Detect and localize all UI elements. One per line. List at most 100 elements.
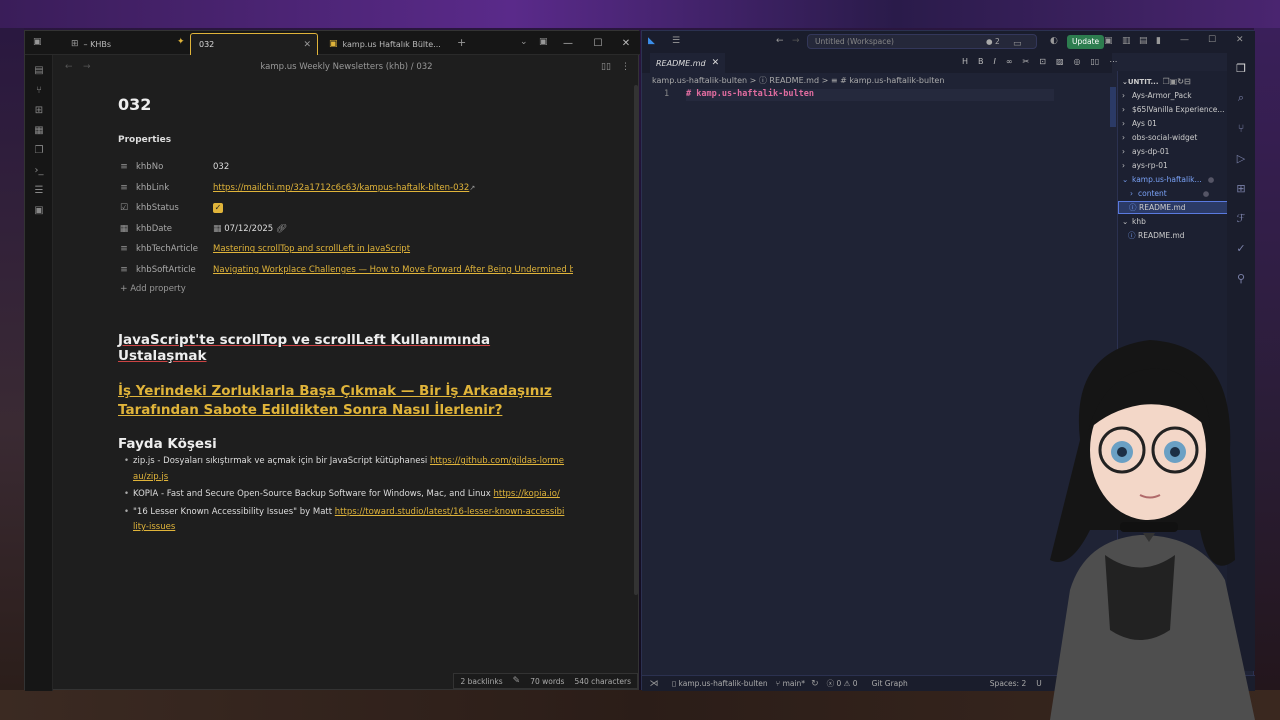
- image-tool-icon[interactable]: ▨: [1056, 57, 1064, 66]
- tree-folder[interactable]: › content ●: [1118, 187, 1228, 200]
- sidebar-right-icon[interactable]: ▣: [539, 37, 548, 47]
- breadcrumb[interactable]: kamp.us-haftalik-bulten > ⓘ README.md > …: [652, 75, 944, 86]
- maximize-button[interactable]: ☐: [1208, 35, 1216, 45]
- heading-js[interactable]: JavaScript'te scrollTop ve scrollLeft Ku…: [118, 332, 578, 364]
- accounts-icon[interactable]: ◐: [1050, 36, 1058, 46]
- folder-icon[interactable]: ▣: [32, 203, 46, 217]
- breadcrumb[interactable]: kamp.us Weekly Newsletters (khb) / 032: [260, 62, 432, 72]
- chat-icon[interactable]: ▭: [1013, 37, 1022, 51]
- layout-sidebar-icon[interactable]: ▥: [1122, 36, 1131, 46]
- khb-link[interactable]: https://mailchi.mp/32a1712c6c63/kampus-h…: [213, 183, 469, 193]
- split-editor-icon[interactable]: ▯▯: [1091, 57, 1100, 66]
- property-row[interactable]: ▦ khbDate ▦ 07/12/2025 🔗︎: [118, 219, 578, 240]
- explorer-icon[interactable]: ❐: [1234, 61, 1248, 75]
- property-row[interactable]: ≡ khbNo 032: [118, 157, 578, 178]
- notification-badge[interactable]: ● 2: [986, 35, 1000, 49]
- tree-folder[interactable]: › ays-rp-01: [1118, 159, 1228, 172]
- back-arrow-icon[interactable]: ←: [65, 62, 73, 72]
- layout-panel-icon[interactable]: ▤: [1139, 36, 1148, 46]
- date-value[interactable]: 07/12/2025: [224, 224, 273, 234]
- tree-file[interactable]: ⓘ README.md: [1118, 229, 1228, 242]
- search-icon[interactable]: ⌕: [1234, 91, 1248, 105]
- page-title[interactable]: 032: [118, 95, 578, 125]
- minimap[interactable]: [1110, 87, 1116, 127]
- more-actions-icon[interactable]: ⋯: [1109, 57, 1117, 66]
- graph-icon[interactable]: ⑂: [32, 83, 46, 97]
- add-property-button[interactable]: + Add property: [118, 284, 578, 294]
- layout-right-icon[interactable]: ▮: [1156, 36, 1161, 46]
- update-button[interactable]: Update: [1067, 35, 1105, 49]
- calendar-icon[interactable]: ▦: [32, 123, 46, 137]
- tab-readme[interactable]: README.md ✕: [650, 53, 726, 73]
- more-options-icon[interactable]: ⋮: [621, 62, 630, 72]
- extensions-icon[interactable]: ⊞: [1234, 181, 1248, 195]
- tree-folder[interactable]: › obs-social-widget: [1118, 131, 1228, 144]
- tab-032[interactable]: 032 ✕: [190, 33, 318, 55]
- explorer-header[interactable]: ⌄ UNTIT... ❐ ▣ ↻ ⊟: [1118, 75, 1228, 88]
- copy-icon[interactable]: ❐: [32, 143, 46, 157]
- new-file-icon[interactable]: ❐: [1163, 77, 1170, 86]
- tree-folder-open[interactable]: ⌄ khb: [1118, 215, 1228, 228]
- tab-khbs[interactable]: ⊞ – KHBs: [63, 33, 183, 55]
- link-icon[interactable]: 🔗︎: [276, 224, 287, 234]
- tech-article-link[interactable]: Mastering scrollTop and scrollLeft in Ja…: [213, 244, 410, 254]
- forward-arrow-icon[interactable]: →: [83, 62, 91, 72]
- new-tab-icon[interactable]: +: [457, 36, 466, 49]
- back-arrow-icon[interactable]: ←: [776, 36, 784, 46]
- tree-folder[interactable]: › Ays 01: [1118, 117, 1228, 130]
- remote-icon[interactable]: ⚲: [1234, 271, 1248, 285]
- property-row[interactable]: ≡ khbSoftArticle Navigating Workplace Cha…: [118, 260, 578, 281]
- properties-heading[interactable]: Properties: [118, 135, 578, 157]
- tree-folder[interactable]: › $65lVanilla Experience...: [1118, 103, 1228, 116]
- pencil-icon[interactable]: ✎: [513, 676, 521, 686]
- bold-tool-icon[interactable]: B: [978, 57, 984, 66]
- property-row[interactable]: ≡ khbTechArticle Mastering scrollTop and …: [118, 239, 578, 260]
- close-button[interactable]: ✕: [1236, 35, 1244, 45]
- backlinks-count[interactable]: 2 backlinks: [460, 677, 502, 686]
- canvas-icon[interactable]: ⊞: [32, 103, 46, 117]
- status-checkbox[interactable]: ✓: [213, 203, 223, 214]
- code-tool-icon[interactable]: ⊡: [1039, 57, 1046, 66]
- minimize-button[interactable]: —: [555, 31, 581, 55]
- file-icon[interactable]: ▤: [32, 63, 46, 77]
- property-value[interactable]: 032: [213, 162, 573, 172]
- new-folder-icon[interactable]: ▣: [1170, 77, 1178, 86]
- run-debug-icon[interactable]: ▷: [1234, 151, 1248, 165]
- link-tool-icon[interactable]: ∞: [1006, 57, 1013, 66]
- source-control-icon[interactable]: ⑂: [1234, 121, 1248, 135]
- list-icon[interactable]: ☰: [32, 183, 46, 197]
- preview-tool-icon[interactable]: ◎: [1074, 57, 1081, 66]
- pin-icon[interactable]: ✦: [177, 37, 185, 47]
- menu-icon[interactable]: ☰: [672, 36, 680, 46]
- refresh-icon[interactable]: ↻: [1177, 77, 1184, 86]
- property-row[interactable]: ☑ khbStatus ✓: [118, 198, 578, 219]
- check-icon[interactable]: ✓: [1234, 241, 1248, 255]
- terminal-icon[interactable]: ›_: [32, 163, 46, 177]
- forward-arrow-icon[interactable]: →: [792, 36, 800, 46]
- problems-status[interactable]: ⓧ 0 ⚠ 0: [827, 678, 858, 689]
- folder-status[interactable]: ▯ kamp.us-haftalik-bulten: [672, 679, 768, 688]
- layout-icon[interactable]: ▣: [1104, 36, 1113, 46]
- remote-status-icon[interactable]: ⋊: [642, 679, 666, 689]
- property-row[interactable]: ≡ khbLink https://mailchi.mp/32a1712c6c63…: [118, 178, 578, 199]
- cut-tool-icon[interactable]: ✂: [1023, 57, 1030, 66]
- tree-folder[interactable]: › ays-dp-01: [1118, 145, 1228, 158]
- branch-status[interactable]: ⑂ main*: [776, 679, 805, 688]
- soft-article-link[interactable]: Navigating Workplace Challenges — How to…: [213, 265, 573, 275]
- tab-kampus[interactable]: ▣ kamp.us Haftalık Bülte...: [321, 33, 449, 55]
- book-icon[interactable]: ▯▯: [601, 62, 611, 72]
- close-tab-icon[interactable]: ✕: [712, 58, 720, 68]
- minimize-button[interactable]: —: [1180, 35, 1189, 45]
- tree-file-selected[interactable]: ⓘ README.md: [1118, 201, 1228, 214]
- collapse-icon[interactable]: ⊟: [1184, 77, 1191, 86]
- heading-fayda[interactable]: Fayda Köşesi: [118, 436, 578, 452]
- tree-folder[interactable]: › Ays-Armor_Pack: [1118, 89, 1228, 102]
- chevron-down-icon[interactable]: ⌄: [520, 37, 528, 47]
- heading-workplace[interactable]: İş Yerindeki Zorluklarla Başa Çıkmak — B…: [118, 382, 578, 420]
- sidebar-toggle-icon[interactable]: ▣: [33, 37, 42, 47]
- maximize-button[interactable]: ☐: [585, 31, 611, 55]
- git-graph-button[interactable]: Git Graph: [872, 679, 908, 688]
- heading-tool-icon[interactable]: H: [962, 57, 968, 66]
- font-icon[interactable]: ℱ: [1234, 211, 1248, 225]
- scrollbar[interactable]: [634, 85, 638, 595]
